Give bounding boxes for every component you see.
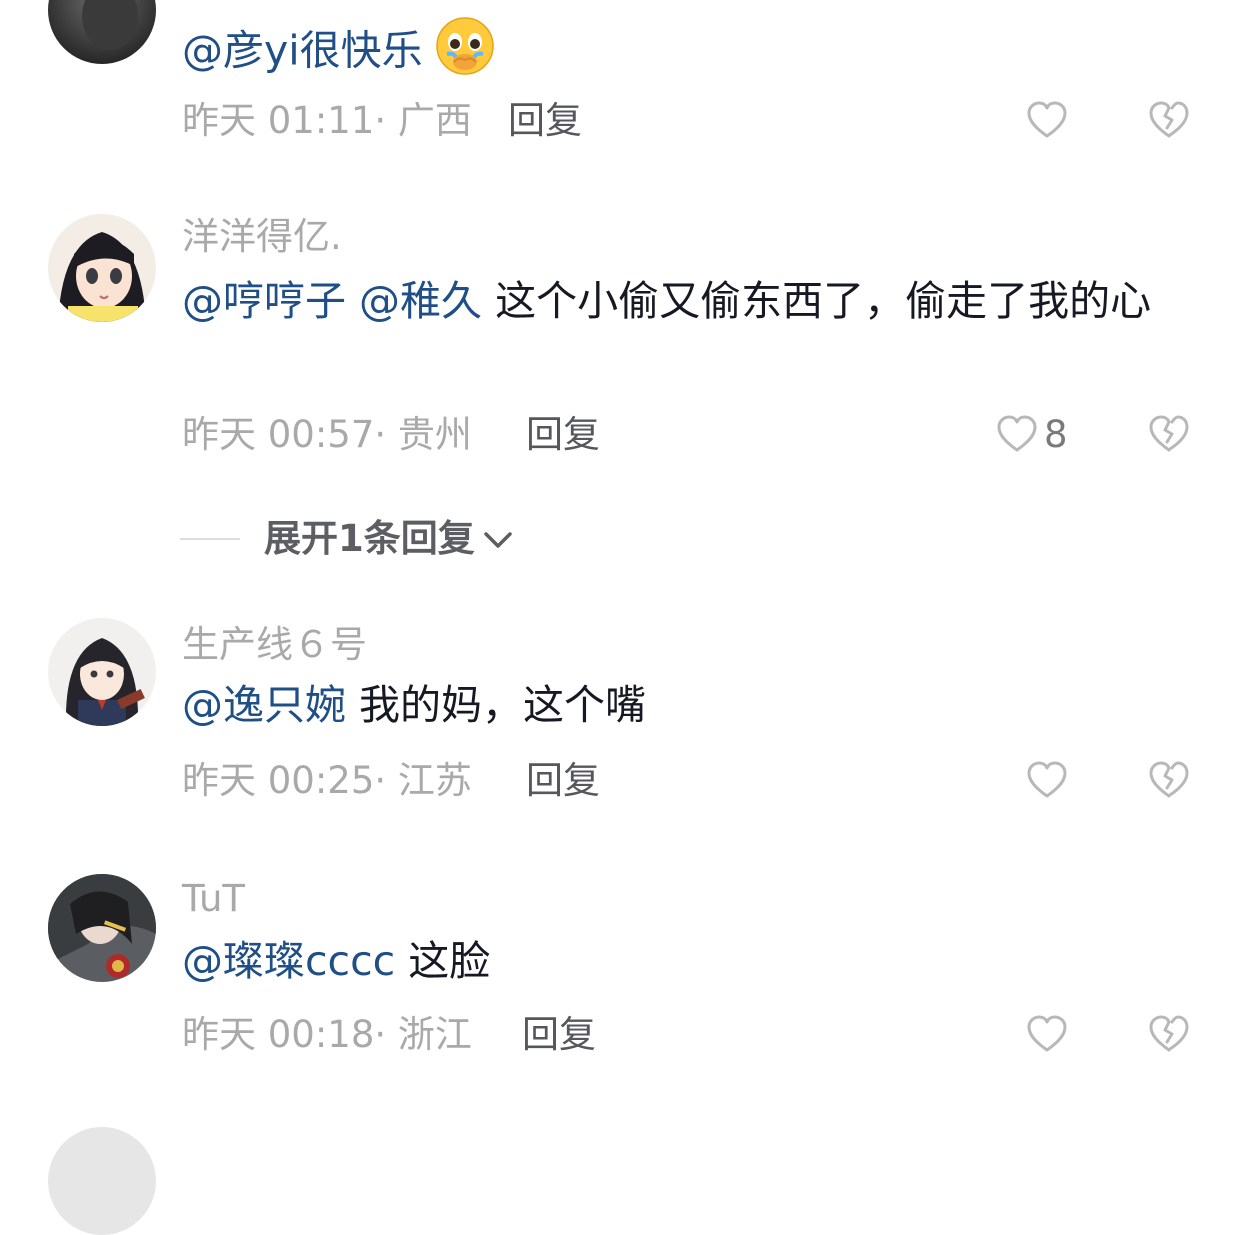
reply-button[interactable]: 回复 bbox=[526, 416, 600, 453]
broken-heart-icon bbox=[1149, 415, 1189, 452]
comment-time: 昨天 00:57 bbox=[182, 413, 375, 456]
dislike-button[interactable] bbox=[1148, 100, 1190, 144]
heart-icon bbox=[997, 415, 1037, 452]
chevron-down-icon bbox=[484, 531, 512, 548]
like-button[interactable] bbox=[1026, 100, 1068, 140]
comment-meta: 昨天 00:25· 江苏 bbox=[182, 762, 472, 799]
meta-separator: · bbox=[374, 413, 398, 456]
heart-icon bbox=[1027, 101, 1067, 138]
comment-text: @逸只婉 我的妈，这个嘴 bbox=[182, 676, 1202, 734]
reply-button[interactable]: 回复 bbox=[522, 1016, 596, 1053]
comment-location: 江苏 bbox=[397, 759, 472, 802]
heart-icon bbox=[1027, 1015, 1067, 1052]
pleading-face-emoji bbox=[435, 16, 495, 91]
meta-separator: · bbox=[374, 1013, 398, 1056]
dislike-button[interactable] bbox=[1148, 760, 1190, 804]
comment-location: 广西 bbox=[397, 99, 472, 142]
like-button[interactable] bbox=[1026, 1014, 1068, 1054]
avatar[interactable] bbox=[48, 1127, 156, 1235]
broken-heart-icon bbox=[1149, 1015, 1189, 1052]
comment-message: 这脸 bbox=[408, 937, 491, 985]
comment-username[interactable]: 洋洋得亿. bbox=[182, 218, 342, 255]
comment-time: 昨天 00:25 bbox=[182, 759, 375, 802]
mention-link[interactable]: @哼哼子 bbox=[182, 277, 346, 325]
like-button[interactable]: 8 bbox=[996, 414, 1068, 454]
comment-time: 昨天 00:18 bbox=[182, 1013, 375, 1056]
comment-time: 昨天 01:11 bbox=[182, 99, 375, 142]
expand-replies-button[interactable]: 展开1条回复 bbox=[180, 520, 515, 557]
heart-icon bbox=[1027, 761, 1067, 798]
comment-text: @哼哼子 @稚久 这个小偷又偷东西了，偷走了我的心 bbox=[182, 272, 1202, 330]
comment-username[interactable]: 生产线６号 bbox=[182, 626, 367, 663]
reply-button[interactable]: 回复 bbox=[526, 762, 600, 799]
comment-text: @璨璨cccc 这脸 bbox=[182, 932, 1202, 990]
comment-message: 这个小偷又偷东西了，偷走了我的心 bbox=[495, 277, 1152, 325]
avatar[interactable] bbox=[48, 618, 156, 726]
broken-heart-icon bbox=[1149, 761, 1189, 798]
like-count: 8 bbox=[1044, 412, 1068, 456]
avatar[interactable] bbox=[48, 214, 156, 322]
dislike-button[interactable] bbox=[1148, 1014, 1190, 1058]
avatar[interactable] bbox=[48, 0, 156, 64]
like-button[interactable] bbox=[1026, 760, 1068, 800]
comment-location: 贵州 bbox=[397, 413, 472, 456]
comment-meta: 昨天 00:57· 贵州 bbox=[182, 416, 472, 453]
avatar[interactable] bbox=[48, 874, 156, 982]
expand-replies-label: 展开1条回复 bbox=[264, 517, 475, 560]
comment-username[interactable]: TuT bbox=[182, 880, 245, 917]
divider-line bbox=[180, 537, 240, 540]
comment-meta: 昨天 01:11· 广西 bbox=[182, 102, 472, 139]
mention-link[interactable]: @璨璨cccc bbox=[182, 937, 395, 985]
dislike-button[interactable] bbox=[1148, 414, 1190, 458]
mention-link[interactable]: @逸只婉 bbox=[182, 681, 346, 729]
meta-separator: · bbox=[374, 99, 398, 142]
mention-link[interactable]: @彦yi很快乐 bbox=[182, 27, 423, 75]
meta-separator: · bbox=[374, 759, 398, 802]
comment-text: @彦yi很快乐 bbox=[182, 16, 1202, 91]
comment-message: 我的妈，这个嘴 bbox=[359, 681, 647, 729]
mention-link[interactable]: @稚久 bbox=[359, 277, 482, 325]
broken-heart-icon bbox=[1149, 101, 1189, 138]
comment-meta: 昨天 00:18· 浙江 bbox=[182, 1016, 472, 1053]
comment-location: 浙江 bbox=[397, 1013, 472, 1056]
reply-button[interactable]: 回复 bbox=[508, 102, 582, 139]
